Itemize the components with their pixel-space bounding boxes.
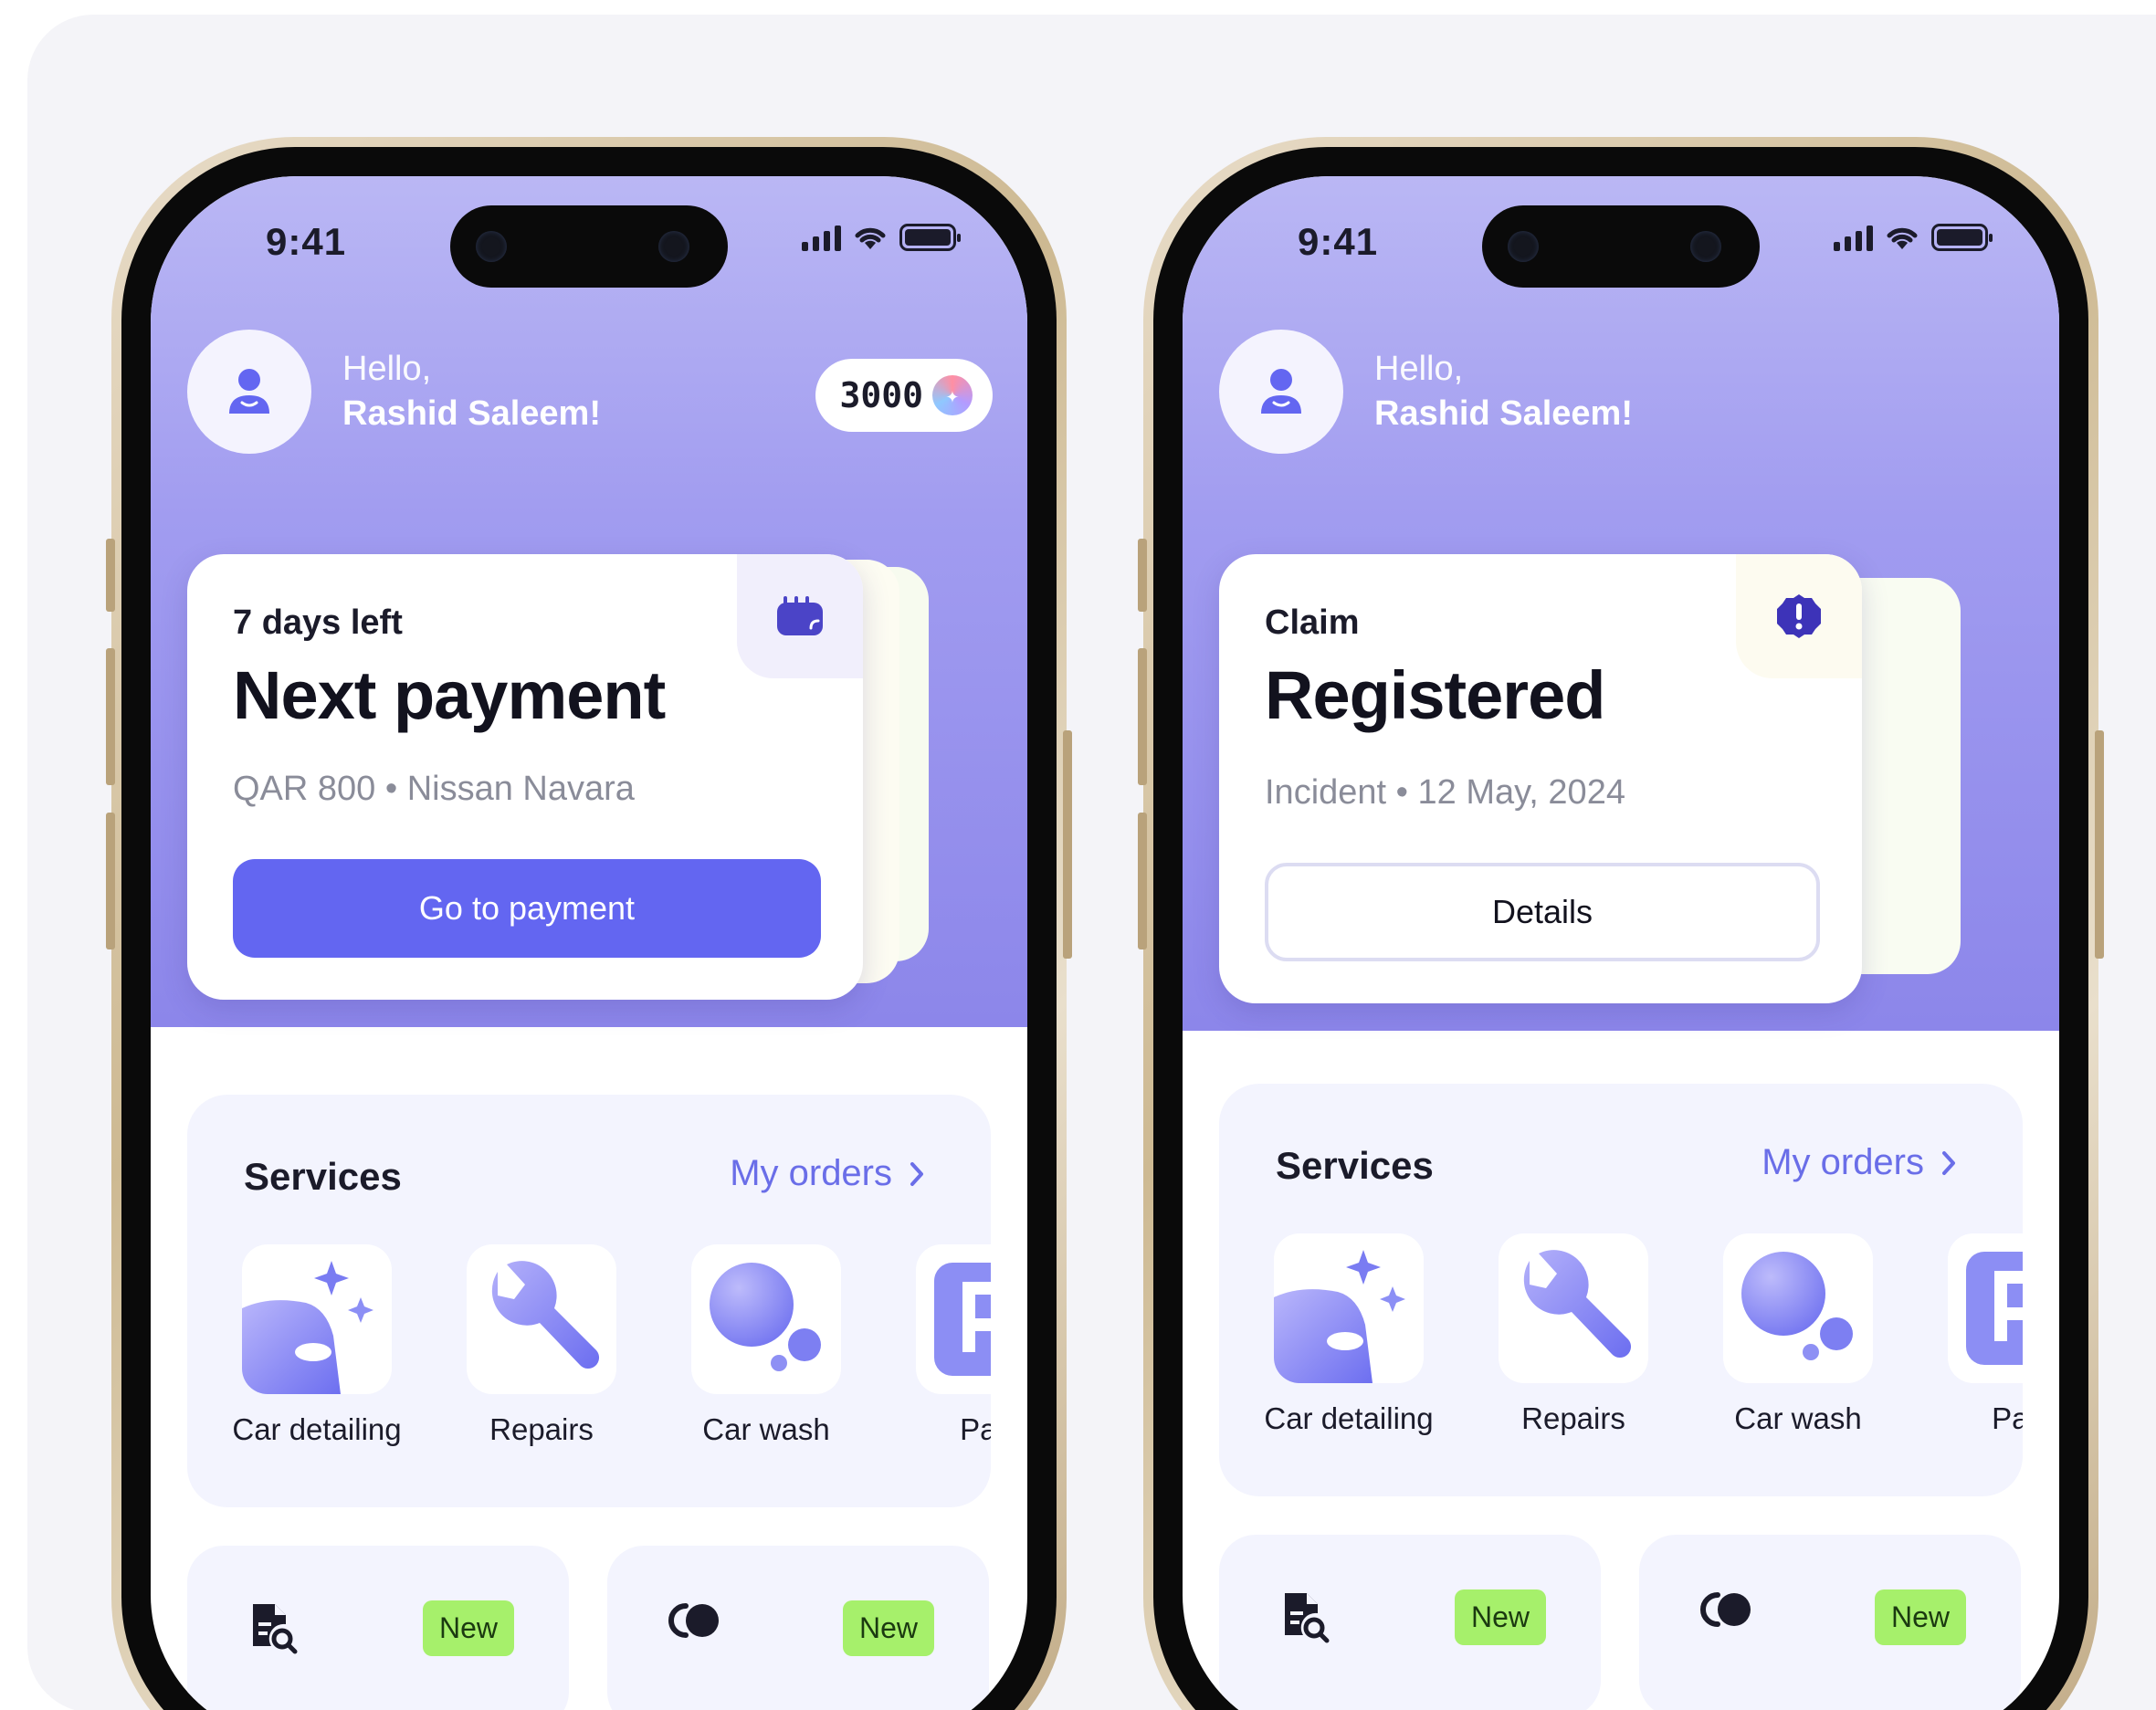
toggle-icon [1700, 1592, 1751, 1627]
bubbles-icon [1741, 1252, 1853, 1360]
alert-icon [1777, 594, 1821, 638]
service-repairs[interactable]: Repairs [467, 1244, 616, 1446]
services-title: Services [244, 1155, 402, 1198]
document-search-icon [253, 1604, 298, 1654]
services-panel: Services My orders Car detailing Repairs… [1219, 1084, 2023, 1496]
card-kicker: Claim [1265, 603, 1360, 642]
service-label: Repairs [1521, 1401, 1625, 1435]
feature-card-toggle[interactable]: New [607, 1546, 989, 1710]
status-bar: 9:41 [1183, 176, 2059, 295]
battery-icon [899, 224, 961, 251]
signal-icon [1834, 224, 1873, 251]
wrench-icon [491, 1261, 600, 1369]
service-parking[interactable]: Park [1948, 1233, 2023, 1435]
user-icon [1261, 369, 1301, 414]
parking-icon [1966, 1252, 2023, 1365]
battery-icon [1931, 224, 1993, 251]
user-icon [229, 369, 269, 414]
phone-mockup-claim: 9:41 Hello, Rashid Saleem! Claim Registe… [1138, 137, 2104, 1710]
points-badge[interactable]: 3000 ✦ [815, 359, 993, 432]
details-button[interactable]: Details [1265, 863, 1820, 961]
service-label: Park [1992, 1401, 2023, 1435]
service-car-detailing[interactable]: Car detailing [233, 1244, 402, 1446]
user-name: Rashid Saleem! [1374, 394, 1633, 433]
dynamic-island [1482, 205, 1760, 288]
card-meta: QAR 800 • Nissan Navara [233, 770, 635, 808]
service-label: Park [960, 1412, 991, 1446]
service-label: Repairs [489, 1412, 594, 1446]
status-bar: 9:41 [151, 176, 1027, 295]
avatar[interactable] [187, 330, 311, 454]
user-name: Rashid Saleem! [342, 394, 601, 433]
card-meta: Incident • 12 May, 2024 [1265, 773, 1625, 812]
service-car-wash[interactable]: Car wash [691, 1244, 841, 1446]
card-corner [1736, 554, 1862, 678]
wallet-icon [777, 596, 823, 635]
greeting-hello: Hello, [1374, 350, 1464, 388]
new-badge: New [1874, 1589, 1966, 1645]
car-sparkle-icon [242, 1261, 373, 1394]
phone-mockup-payment: 9:41 Hello, Rashid Saleem! 3000 ✦ 7 days… [106, 137, 1072, 1710]
payment-card: 7 days left Next payment QAR 800 • Nissa… [187, 554, 863, 1000]
status-time: 9:41 [266, 220, 347, 263]
feature-card-toggle[interactable]: New [1639, 1535, 2021, 1710]
service-car-detailing[interactable]: Car detailing [1265, 1233, 1434, 1435]
wifi-icon [1887, 227, 1918, 249]
feature-card-document[interactable]: New [187, 1546, 569, 1710]
coin-icon: ✦ [932, 375, 973, 415]
document-search-icon [1285, 1593, 1330, 1643]
avatar[interactable] [1219, 330, 1343, 454]
card-headline: Registered [1265, 657, 1605, 733]
status-time: 9:41 [1298, 220, 1379, 263]
card-kicker: 7 days left [233, 603, 403, 642]
toggle-icon [668, 1603, 719, 1638]
my-orders-link[interactable]: My orders [1762, 1142, 1957, 1183]
points-value: 3000 [839, 375, 923, 415]
service-car-wash[interactable]: Car wash [1723, 1233, 1873, 1435]
greeting: Hello, Rashid Saleem! [1374, 350, 1633, 434]
service-parking[interactable]: Park [916, 1244, 991, 1446]
greeting: Hello, Rashid Saleem! [342, 350, 601, 434]
app-screen: 9:41 [151, 176, 1027, 1710]
service-label: Car wash [702, 1412, 830, 1446]
signal-icon [802, 224, 841, 251]
new-badge: New [422, 1600, 514, 1656]
new-badge: New [842, 1600, 934, 1656]
feature-card-document[interactable]: New [1219, 1535, 1601, 1710]
new-badge: New [1454, 1589, 1546, 1645]
wifi-icon [855, 227, 886, 249]
services-panel: Services My orders Car detailing Repairs… [187, 1095, 991, 1507]
go-to-payment-button[interactable]: Go to payment [233, 859, 821, 958]
card-headline: Next payment [233, 657, 666, 733]
app-screen: 9:41 [1183, 176, 2059, 1710]
service-label: Car detailing [1265, 1401, 1434, 1435]
service-label: Car detailing [233, 1412, 402, 1446]
services-title: Services [1276, 1144, 1434, 1187]
service-repairs[interactable]: Repairs [1499, 1233, 1648, 1435]
car-sparkle-icon [1274, 1250, 1405, 1383]
wrench-icon [1523, 1250, 1632, 1359]
bubbles-icon [710, 1263, 821, 1371]
service-label: Car wash [1734, 1401, 1862, 1435]
dynamic-island [450, 205, 728, 288]
claim-card: Claim Registered Incident • 12 May, 2024… [1219, 554, 1862, 1003]
greeting-hello: Hello, [342, 350, 432, 388]
my-orders-label: My orders [730, 1153, 892, 1193]
parking-icon [934, 1263, 991, 1376]
card-corner [737, 554, 863, 678]
chevron-right-icon [1942, 1150, 1955, 1175]
chevron-right-icon [910, 1161, 923, 1186]
my-orders-label: My orders [1762, 1142, 1924, 1182]
my-orders-link[interactable]: My orders [730, 1153, 925, 1194]
